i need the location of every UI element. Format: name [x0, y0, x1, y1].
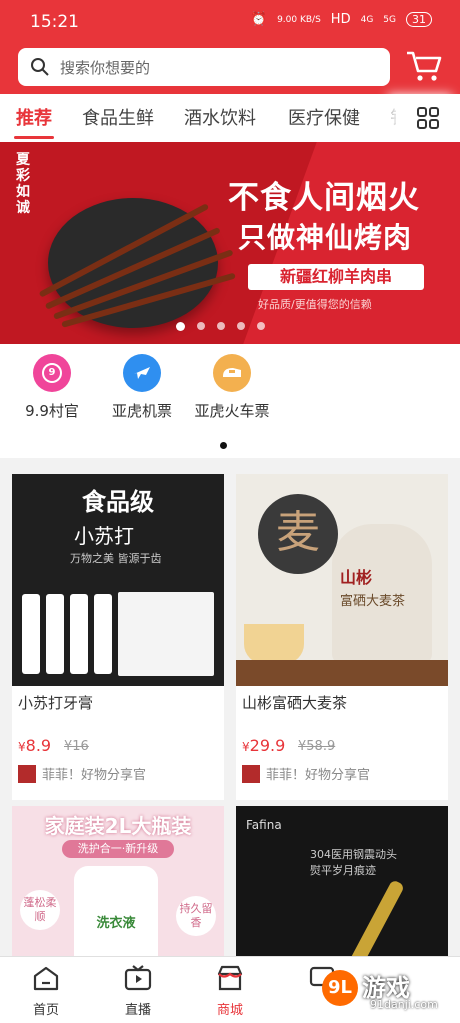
banner-dot-active[interactable]	[176, 322, 185, 331]
seller-info: 菲菲！好物分享官	[242, 764, 370, 783]
image-title: 食品级	[82, 488, 154, 516]
toothpaste-tube	[22, 594, 40, 674]
cart-icon[interactable]	[404, 46, 444, 86]
image-brand: 304医用钢震动头	[310, 848, 397, 861]
hd-indicator: HD	[330, 12, 351, 27]
product-image: 家庭装2L大瓶装 洗护合一·新升级 洗衣液 蓬松柔顺 持久留香	[12, 806, 224, 956]
promo-banner[interactable]: 夏彩如诚 不食人间烟火 只做神仙烤肉 新疆红柳羊肉串 好品质/更值得您的信赖	[0, 142, 460, 344]
tab-drinks[interactable]: 酒水饮料	[184, 104, 256, 130]
shortcut-flights[interactable]: 亚虎机票	[97, 354, 187, 421]
nav-home[interactable]: 首页	[16, 963, 76, 1018]
product-card[interactable]: Fafina 304医用钢震动头 熨平岁月痕迹	[236, 806, 448, 956]
status-bar: 15:21 ⏰ 9.00 KB/S HD 4G 5G 31	[0, 0, 460, 42]
product-image: Fafina 304医用钢震动头 熨平岁月痕迹	[236, 806, 448, 956]
table-surface	[236, 660, 448, 686]
status-icons: ⏰ 9.00 KB/S HD 4G 5G 31	[251, 12, 432, 27]
shortcut-page-dot	[220, 442, 227, 449]
net-speed: 9.00 KB/S	[277, 14, 321, 25]
nav-label: 首页	[32, 1003, 59, 1018]
status-time: 15:21	[30, 12, 79, 32]
shortcut-label: 9.9村官	[25, 402, 79, 420]
search-icon	[31, 58, 49, 76]
shortcut-trains[interactable]: 亚虎火车票	[187, 354, 277, 421]
seller-info: 菲菲！好物分享官	[18, 764, 146, 783]
nav-label: 直播	[124, 1003, 151, 1018]
banner-brand: 夏彩如诚	[16, 152, 30, 216]
image-title: Fafina	[246, 818, 282, 832]
banner-product: 新疆红柳羊肉串	[248, 264, 424, 290]
shortcut-label: 亚虎机票	[111, 402, 172, 420]
image-brand: 小苏打	[74, 524, 134, 548]
app-header: 搜索你想要的	[0, 42, 460, 94]
grid-icon	[417, 107, 439, 129]
tab-food[interactable]: 食品生鲜	[82, 104, 154, 130]
toothpaste-tube	[70, 594, 88, 674]
feature-badge: 蓬松柔顺	[20, 890, 60, 930]
toothpaste-tube	[94, 594, 112, 674]
search-bar[interactable]: 搜索你想要的	[18, 48, 390, 86]
category-grid-button[interactable]	[396, 94, 460, 142]
site-watermark: 9L 游戏 91danji.com	[322, 966, 452, 1016]
product-original-price: ¥16	[64, 739, 89, 754]
product-name: 小苏打牙膏	[18, 694, 94, 712]
banner-dot[interactable]	[257, 322, 265, 330]
shortcut-row: 9 9.9村官 亚虎机票 亚虎火车票	[0, 344, 460, 458]
product-price: ¥8.9	[18, 736, 52, 755]
image-slogan: 洗护合一·新升级	[62, 840, 174, 858]
toothpaste-tube	[46, 594, 64, 674]
image-slogan: 熨平岁月痕迹	[310, 864, 376, 877]
detergent-bottle	[74, 866, 158, 956]
image-title: 麦	[258, 494, 338, 574]
tab-health[interactable]: 医疗保健	[288, 104, 360, 130]
image-brand: 洗衣液	[96, 916, 136, 931]
plane-icon	[123, 354, 161, 392]
avatar	[18, 764, 36, 783]
product-card[interactable]: 食品级 小苏打 万物之美 皆源于齿 小苏打牙膏 ¥8.9 ¥16 菲菲！好物分享…	[12, 474, 224, 800]
tab-recommend[interactable]: 推荐	[16, 104, 52, 130]
banner-slogan: 好品质/更值得您的信赖	[258, 298, 372, 311]
tea-cup	[244, 624, 304, 664]
shop-icon	[217, 965, 243, 991]
shortcut-label: 亚虎火车票	[194, 402, 270, 420]
signal-4g: 4G	[360, 14, 374, 25]
banner-dot[interactable]	[197, 322, 205, 330]
banner-dot[interactable]	[217, 322, 225, 330]
alarm-icon: ⏰	[250, 12, 268, 27]
product-original-price: ¥58.9	[298, 739, 336, 754]
toothpaste-boxes	[118, 592, 214, 676]
watermark-url: 91danji.com	[370, 998, 438, 1011]
train-icon	[213, 354, 251, 392]
battery-icon: 31	[406, 12, 432, 27]
coin-icon: 9	[33, 354, 71, 392]
watermark-logo: 9L	[322, 970, 358, 1006]
tv-icon	[124, 965, 152, 991]
image-brand: 山彬	[340, 568, 373, 587]
shortcut-village[interactable]: 9 9.9村官	[7, 354, 97, 421]
image-title: 家庭装2L大瓶装	[44, 814, 192, 838]
nav-mall[interactable]: 商城	[200, 963, 260, 1018]
image-slogan: 万物之美 皆源于齿	[70, 552, 162, 565]
banner-headline-1: 不食人间烟火	[228, 180, 420, 216]
category-tabs: 推荐 食品生鲜 酒水饮料 医疗保健 钅	[0, 94, 460, 143]
product-card[interactable]: 家庭装2L大瓶装 洗护合一·新升级 洗衣液 蓬松柔顺 持久留香	[12, 806, 224, 956]
home-icon	[33, 966, 59, 991]
eye-cream-pen	[340, 879, 406, 956]
banner-dot[interactable]	[237, 322, 245, 330]
avatar	[242, 764, 260, 783]
feature-badge: 持久留香	[176, 896, 216, 936]
image-slogan: 富硒大麦茶	[340, 594, 406, 609]
product-image: 食品级 小苏打 万物之美 皆源于齿	[12, 474, 224, 686]
product-price: ¥29.9	[242, 736, 286, 755]
nav-live[interactable]: 直播	[108, 963, 168, 1018]
product-name: 山彬富硒大麦茶	[242, 694, 348, 712]
banner-pagination	[176, 322, 265, 331]
signal-5g: 5G	[383, 14, 396, 25]
search-input[interactable]: 搜索你想要的	[60, 57, 150, 78]
product-card[interactable]: 麦 山彬 富硒大麦茶 山彬富硒大麦茶 ¥29.9 ¥58.9 菲菲！好物分享官	[236, 474, 448, 800]
tab-active-indicator	[14, 136, 54, 139]
product-image: 麦 山彬 富硒大麦茶	[236, 474, 448, 686]
banner-headline-2: 只做神仙烤肉	[238, 221, 413, 254]
nav-label: 商城	[216, 1003, 243, 1018]
battery-level: 31	[412, 13, 426, 26]
